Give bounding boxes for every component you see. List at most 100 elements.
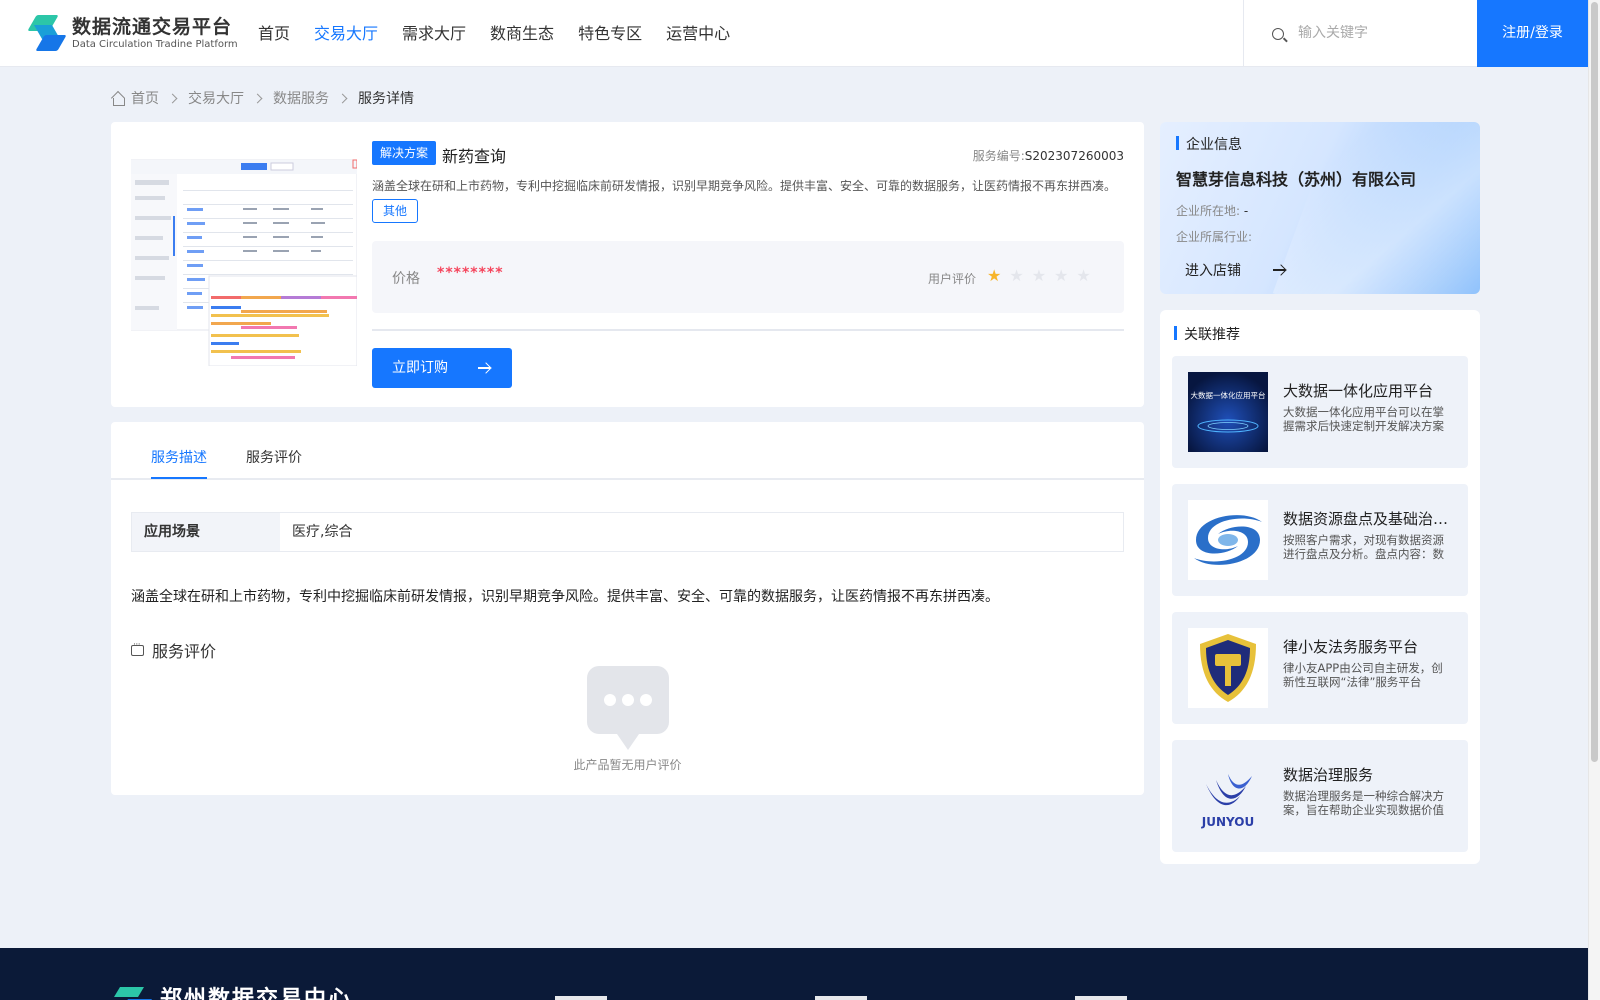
footer-logo: 郑州数据交易中心: [114, 977, 352, 1000]
related-item-title: 数据治理服务: [1283, 766, 1374, 784]
scene-value: 医疗,综合: [292, 524, 353, 540]
company-location: 企业所在地: -: [1176, 202, 1248, 219]
divider: [372, 329, 1124, 331]
related-item-title: 大数据一体化应用平台: [1283, 382, 1434, 400]
review-section-title: 服务评价: [131, 638, 216, 662]
application-scene-row: 应用场景 医疗,综合: [131, 512, 1124, 552]
nav-ecosystem[interactable]: 数商生态: [490, 0, 554, 67]
footer-logo-mark-icon: [114, 977, 154, 1000]
detail-tabs: 服务描述 服务评价: [111, 422, 1144, 480]
register-login-button[interactable]: 注册/登录: [1477, 0, 1588, 67]
star-rating: ★ ★ ★ ★ ★: [987, 266, 1099, 285]
big-data-image-text: 大数据一体化应用平台: [1191, 390, 1266, 400]
star-empty-icon: ★: [1054, 266, 1069, 285]
enter-store-link[interactable]: 进入店铺: [1185, 260, 1285, 280]
tab-service-description[interactable]: 服务描述: [151, 447, 207, 467]
nav-home[interactable]: 首页: [258, 0, 290, 67]
related-section-title: 关联推荐: [1174, 324, 1240, 344]
arrow-right-icon: [478, 367, 490, 369]
empty-comment-icon: [587, 666, 669, 750]
active-tab-indicator: [151, 477, 207, 479]
product-title: 新药查询: [442, 147, 507, 166]
related-item-title: 数据资源盘点及基础治理服务: [1283, 510, 1453, 528]
service-description-text: 涵盖全球在研和上市药物，专利中挖掘临床前研发情报，识别早期竞争风险。提供丰富、安…: [131, 589, 999, 605]
footer: 郑州数据交易中心: [0, 948, 1588, 1000]
home-icon: [111, 92, 125, 106]
scrollbar-thumb[interactable]: [1591, 2, 1598, 762]
buy-now-button[interactable]: 立即订购: [372, 348, 512, 388]
product-screenshot-image: [131, 146, 357, 366]
user-rating-label: 用户评价: [928, 272, 977, 286]
detail-card: 服务描述 服务评价 应用场景 医疗,综合 涵盖全球在研和上市药物，专利中挖掘临床…: [111, 422, 1144, 795]
company-section-title: 企业信息: [1176, 134, 1242, 154]
price-label: 价格: [392, 271, 420, 287]
nav-operation-center[interactable]: 运营中心: [666, 0, 730, 67]
empty-review-text: 此产品暂无用户评价: [573, 758, 682, 772]
nav-special-zone[interactable]: 特色专区: [578, 0, 642, 67]
product-card: 解决方案 新药查询 服务编号:S202307260003 涵盖全球在研和上市药物…: [111, 122, 1144, 407]
logo-subtitle: Data Circulation Tradine Platform: [72, 39, 238, 50]
nav-demand-hall[interactable]: 需求大厅: [402, 0, 466, 67]
solution-tag: 解决方案: [372, 141, 437, 165]
breadcrumb: 首页 交易大厅 数据服务 服务详情: [111, 88, 414, 108]
footer-org-name: 郑州数据交易中心: [160, 987, 353, 1000]
breadcrumb-trading-hall[interactable]: 交易大厅: [188, 88, 244, 108]
related-item[interactable]: 律小友法务服务平台 律小友APP由公司自主研发，创新性互联网“法律”服务平台: [1172, 612, 1468, 724]
platform-logo[interactable]: 数据流通交易平台 Data Circulation Tradine Platfo…: [27, 13, 238, 53]
logo-title: 数据流通交易平台: [72, 16, 233, 38]
logo-mark-icon: [27, 13, 68, 53]
related-item-desc: 律小友APP由公司自主研发，创新性互联网“法律”服务平台: [1283, 661, 1443, 689]
search-input[interactable]: [1298, 24, 1468, 41]
chevron-right-icon: [252, 93, 263, 103]
chevron-right-icon: [167, 93, 178, 103]
search-box: [1243, 0, 1477, 67]
chevron-right-icon: [337, 93, 348, 103]
company-info-card: 企业信息 智慧芽信息科技（苏州）有限公司 企业所在地: - 企业所属行业: 进入…: [1160, 122, 1480, 294]
top-header: 数据流通交易平台 Data Circulation Tradine Platfo…: [0, 0, 1588, 67]
buy-now-label: 立即订购: [392, 360, 448, 376]
data-resource-logo: [1188, 500, 1268, 580]
scene-label: 应用场景: [132, 513, 280, 551]
company-name: 智慧芽信息科技（苏州）有限公司: [1176, 170, 1417, 189]
review-title-text: 服务评价: [152, 642, 217, 661]
company-industry: 企业所属行业:: [1176, 228, 1252, 245]
nav-trading-hall[interactable]: 交易大厅: [314, 0, 378, 67]
main-nav: 首页 交易大厅 需求大厅 数商生态 特色专区 运营中心: [258, 0, 754, 67]
star-empty-icon: ★: [1009, 266, 1024, 285]
star-empty-icon: ★: [1031, 266, 1047, 285]
tab-service-review[interactable]: 服务评价: [246, 447, 302, 467]
product-description: 涵盖全球在研和上市药物，专利中挖掘临床前研发情报，识别早期竞争风险。提供丰富、安…: [372, 179, 1117, 193]
junyou-logo-text: JUNYOU: [1201, 815, 1254, 829]
location-value: -: [1243, 204, 1249, 218]
related-item[interactable]: 数据资源盘点及基础治理服务 按照客户需求，对现有数据资源进行盘点及分析。盘点内容…: [1172, 484, 1468, 596]
footer-column-heading: [1075, 996, 1127, 1000]
breadcrumb-current: 服务详情: [358, 91, 414, 107]
star-empty-icon: ★: [1076, 266, 1091, 285]
location-label: 企业所在地:: [1176, 204, 1241, 218]
industry-label: 企业所属行业:: [1176, 230, 1253, 244]
breadcrumb-data-service[interactable]: 数据服务: [273, 88, 329, 108]
junyou-logo: JUNYOU: [1188, 756, 1268, 836]
related-item-desc: 按照客户需求，对现有数据资源进行盘点及分析。盘点内容：数据资源情况: [1283, 533, 1444, 561]
comment-icon: [131, 640, 144, 656]
category-tag: 其他: [372, 199, 419, 223]
search-icon[interactable]: [1272, 27, 1284, 40]
related-item-title: 律小友法务服务平台: [1283, 638, 1419, 656]
service-number-value: S202307260003: [1024, 149, 1124, 163]
law-shield-logo: [1188, 628, 1268, 708]
footer-column-heading: [555, 996, 607, 1000]
related-recommendations: 关联推荐 大数据一体化应用平台 大数据一体化应用平台 大数据一体化应用平台可以在…: [1160, 310, 1480, 864]
breadcrumb-home[interactable]: 首页: [131, 88, 159, 108]
service-number-label: 服务编号:: [972, 149, 1025, 163]
price-panel: 价格 ******** 用户评价 ★ ★ ★ ★ ★: [372, 241, 1124, 313]
arrow-right-icon: [1273, 269, 1285, 271]
related-item[interactable]: JUNYOU 数据治理服务 数据治理服务是一种综合解决方案，旨在帮助企业实现数据…: [1172, 740, 1468, 852]
big-data-platform-image: 大数据一体化应用平台: [1188, 372, 1268, 452]
related-item-desc: 大数据一体化应用平台可以在掌握需求后快速定制开发解决方案: [1283, 405, 1444, 433]
related-item[interactable]: 大数据一体化应用平台 大数据一体化应用平台 大数据一体化应用平台可以在掌握需求后…: [1172, 356, 1468, 468]
service-number: 服务编号:S202307260003: [973, 147, 1124, 164]
star-filled-icon: ★: [987, 266, 1002, 285]
price-value: ********: [437, 265, 504, 281]
footer-column-heading: [815, 996, 867, 1000]
page-scrollbar[interactable]: [1588, 0, 1600, 1000]
